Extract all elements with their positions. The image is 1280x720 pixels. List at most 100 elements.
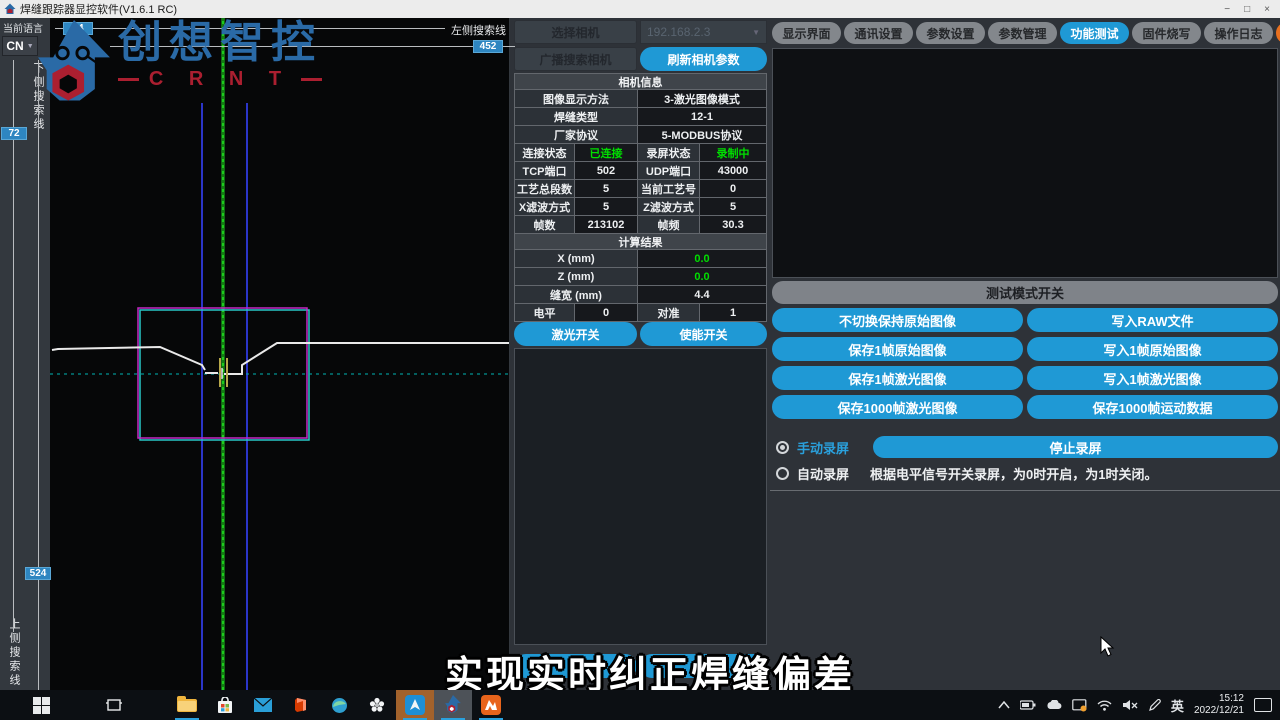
folder-icon xyxy=(177,699,197,712)
refresh-camera-params-button[interactable]: 刷新相机参数 xyxy=(640,47,767,71)
brand-logo-icon xyxy=(38,20,110,112)
tab-function-test[interactable]: 功能测试 xyxy=(1060,22,1129,44)
table-row: 图像显示方法 3-激光图像模式 xyxy=(514,90,767,108)
table-row: 连接状态 已连接 录屏状态 录制中 xyxy=(514,144,767,162)
chevron-down-icon: ▼ xyxy=(27,43,34,50)
side-slider-track-2[interactable] xyxy=(38,60,39,702)
task-view-icon xyxy=(106,697,122,713)
save-1000-laser-frames-button[interactable]: 保存1000帧激光图像 xyxy=(772,395,1023,419)
brand-name: 创想智控 xyxy=(118,20,322,66)
camera-ip-select[interactable]: 192.168.2.3 ▼ xyxy=(640,20,767,44)
onedrive-cloud-icon[interactable] xyxy=(1046,700,1062,710)
pen-icon[interactable] xyxy=(1148,699,1161,712)
save-1-laser-frame-button[interactable]: 保存1帧激光图像 xyxy=(772,366,1023,390)
window-title: 焊缝跟踪器显控软件(V1.6.1 RC) xyxy=(20,1,177,17)
language-label: 当前语言 xyxy=(3,20,43,35)
tab-communication[interactable]: 通讯设置 xyxy=(844,22,913,44)
z-offset-value: 0.0 xyxy=(638,268,767,285)
test-mode-switch-button[interactable]: 测试模式开关 xyxy=(772,281,1278,304)
laser-line-right xyxy=(224,343,509,374)
battery-icon[interactable] xyxy=(1020,700,1036,710)
edge-button[interactable] xyxy=(320,690,358,720)
function-test-panel: 显示界面 通讯设置 参数设置 参数管理 功能测试 固件烧写 操作日志 帮助 测试… xyxy=(770,18,1280,690)
keep-original-image-button[interactable]: 不切换保持原始图像 xyxy=(772,308,1023,332)
orange-app-icon xyxy=(481,695,501,715)
write-1-laser-frame-button[interactable]: 写入1帧激光图像 xyxy=(1027,366,1278,390)
mouse-cursor xyxy=(1100,636,1116,658)
clock-time: 15:12 xyxy=(1194,693,1244,705)
store-bag-icon xyxy=(217,697,233,714)
camera-info-table: 图像显示方法 3-激光图像模式 焊缝类型 12-1 厂家协议 5-MODBUS协… xyxy=(514,89,767,234)
mail-icon xyxy=(254,698,272,712)
language-select[interactable]: CN ▼ xyxy=(2,36,38,56)
table-row: TCP端口 502 UDP端口 43000 xyxy=(514,162,767,180)
screen-share-icon[interactable] xyxy=(1072,699,1087,712)
save-1000-motion-data-button[interactable]: 保存1000帧运动数据 xyxy=(1027,395,1278,419)
active-app-button[interactable] xyxy=(396,690,434,720)
write-1-original-frame-button[interactable]: 写入1帧原始图像 xyxy=(1027,337,1278,361)
table-row: 电平 0 对准 1 xyxy=(514,304,767,322)
laser-switch-button[interactable]: 激光开关 xyxy=(514,322,637,346)
result-header: 计算结果 xyxy=(514,233,767,249)
minimize-button[interactable]: − xyxy=(1224,4,1230,15)
table-row: X滤波方式 5 Z滤波方式 5 xyxy=(514,198,767,216)
weld-app-button[interactable] xyxy=(434,690,472,720)
tab-operation-log[interactable]: 操作日志 xyxy=(1204,22,1273,44)
top-slider-handle-2[interactable]: 452 xyxy=(473,40,503,53)
flower-icon xyxy=(369,697,385,713)
camera-view-panel: 当前语言 CN ▼ 24 452 左侧搜索线 72 524 下侧搜索线 上侧搜索… xyxy=(0,18,510,690)
edge-icon xyxy=(331,697,348,714)
stop-record-button[interactable]: 停止录屏 xyxy=(873,436,1278,458)
close-button[interactable]: × xyxy=(1264,4,1270,15)
auto-record-radio[interactable] xyxy=(776,467,789,480)
task-view-button[interactable] xyxy=(95,690,133,720)
windows-logo-icon xyxy=(33,697,50,714)
orange-app-button[interactable] xyxy=(472,690,510,720)
left-search-line-label: 左侧搜索线 xyxy=(451,22,506,38)
ime-indicator[interactable]: 英 xyxy=(1171,696,1184,715)
seam-width-value: 4.4 xyxy=(638,286,767,303)
test-button-grid: 不切换保持原始图像 写入RAW文件 保存1帧原始图像 写入1帧原始图像 保存1帧… xyxy=(772,308,1278,419)
auto-record-label: 自动录屏 xyxy=(797,464,849,483)
side-slider-track-1[interactable] xyxy=(13,60,14,632)
office-button[interactable] xyxy=(282,690,320,720)
result-table: X (mm) 0.0 Z (mm) 0.0 缝宽 (mm) 4.4 电平 0 对… xyxy=(514,249,767,322)
chevron-down-icon: ▼ xyxy=(752,28,760,37)
side-slider-handle-2[interactable]: 524 xyxy=(25,567,51,580)
camera-info-header: 相机信息 xyxy=(514,73,767,89)
volume-muted-icon[interactable] xyxy=(1122,699,1138,711)
brand-acronym: C R N T xyxy=(139,68,301,91)
notification-center-icon[interactable] xyxy=(1254,698,1272,712)
table-row: 工艺总段数 5 当前工艺号 0 xyxy=(514,180,767,198)
level-value: 0 xyxy=(575,304,638,321)
enable-switch-button[interactable]: 使能开关 xyxy=(640,322,767,346)
side-slider-handle-1[interactable]: 72 xyxy=(1,127,27,140)
x-offset-value: 0.0 xyxy=(638,250,767,267)
tab-firmware[interactable]: 固件烧写 xyxy=(1132,22,1201,44)
mail-button[interactable] xyxy=(244,690,282,720)
manual-record-radio[interactable] xyxy=(776,441,789,454)
photos-button[interactable] xyxy=(358,690,396,720)
store-button[interactable] xyxy=(206,690,244,720)
select-camera-button: 选择相机 xyxy=(514,20,637,44)
test-output-box xyxy=(772,48,1278,278)
file-explorer-button[interactable] xyxy=(168,690,206,720)
start-button[interactable] xyxy=(22,690,60,720)
tab-display[interactable]: 显示界面 xyxy=(772,22,841,44)
tab-parameter-management[interactable]: 参数管理 xyxy=(988,22,1057,44)
maximize-button[interactable]: □ xyxy=(1244,4,1250,15)
tab-parameter-settings[interactable]: 参数设置 xyxy=(916,22,985,44)
blue-app-icon xyxy=(405,695,425,715)
write-raw-file-button[interactable]: 写入RAW文件 xyxy=(1027,308,1278,332)
laser-profile-overlay xyxy=(0,18,510,690)
tab-help[interactable]: 帮助 xyxy=(1276,22,1280,44)
window-titlebar: 焊缝跟踪器显控软件(V1.6.1 RC) − □ × xyxy=(0,0,1280,18)
save-1-original-frame-button[interactable]: 保存1帧原始图像 xyxy=(772,337,1023,361)
message-list-box xyxy=(514,348,767,645)
record-status: 录制中 xyxy=(700,144,767,161)
wifi-icon[interactable] xyxy=(1097,700,1112,711)
top-tab-bar: 显示界面 通讯设置 参数设置 参数管理 功能测试 固件烧写 操作日志 帮助 xyxy=(772,22,1280,44)
camera-control-panel: 选择相机 192.168.2.3 ▼ 广播搜索相机 刷新相机参数 相机信息 图像… xyxy=(512,18,767,690)
clock[interactable]: 15:12 2022/12/21 xyxy=(1194,693,1244,717)
tray-expand-icon[interactable] xyxy=(998,701,1010,709)
